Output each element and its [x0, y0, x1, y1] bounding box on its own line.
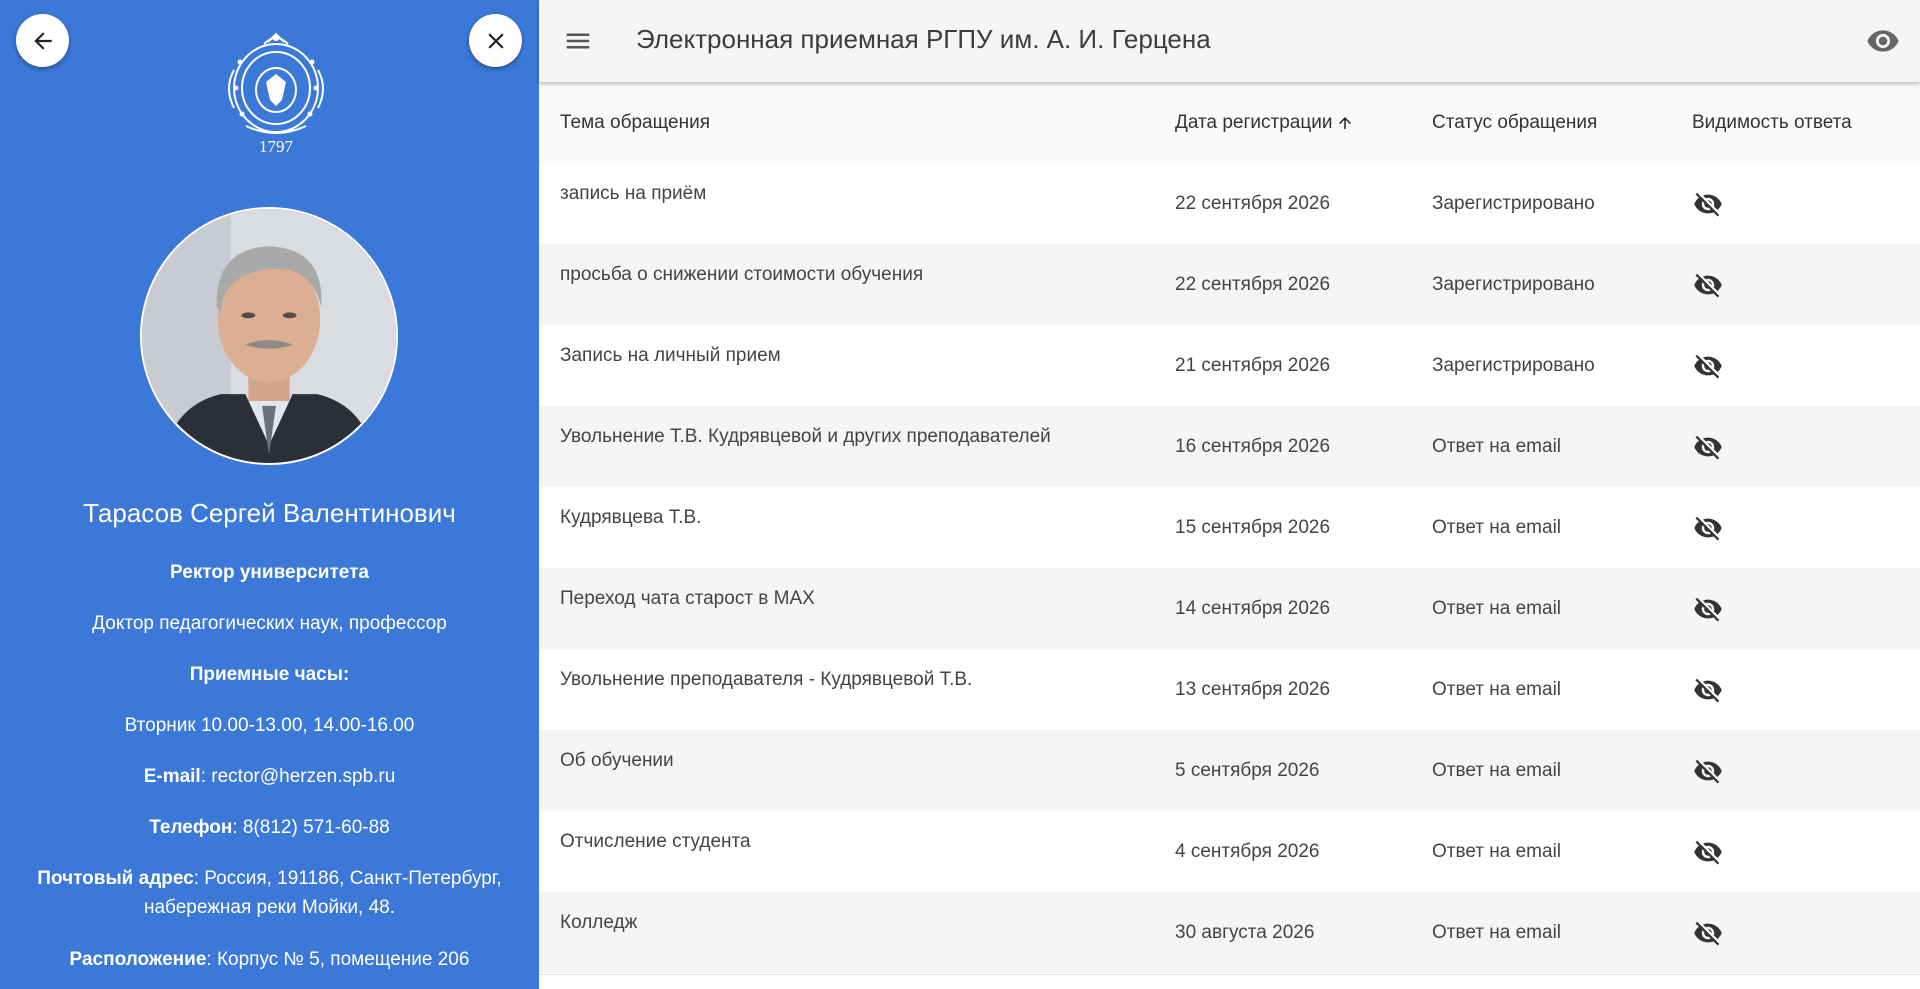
row-status: Ответ на email: [1432, 922, 1562, 943]
person-name: Тарасов Сергей Валентинович: [83, 498, 456, 528]
location-value: : Корпус № 5, помещение 206: [206, 949, 470, 970]
eye-off-icon[interactable]: [1692, 756, 1724, 786]
row-date: 15 сентября 2026: [1175, 517, 1331, 538]
location-line: Расположение: Корпус № 5, помещение 206: [69, 949, 470, 970]
eye-off-icon[interactable]: [1692, 918, 1724, 948]
table-row[interactable]: Об обучении 5 сентября 2026 Ответ на ema…: [539, 730, 1920, 811]
rector-photo: [140, 207, 398, 465]
row-date: 22 сентября 2026: [1175, 193, 1331, 214]
table-row[interactable]: Увольнение Т.В. Кудрявцевой и других пре…: [539, 406, 1920, 487]
eye-off-icon[interactable]: [1692, 594, 1724, 624]
row-topic: Кудрявцева Т.В.: [560, 507, 702, 528]
table-divider: [539, 974, 1920, 975]
phone-line: Телефон: 8(812) 571-60-88: [149, 817, 390, 838]
row-topic: Отчисление студента: [560, 831, 751, 852]
row-date: 16 сентября 2026: [1175, 436, 1331, 457]
profile-panel: 1797 Тарасов Сергей Валентинович Ректор …: [0, 0, 539, 989]
table-row[interactable]: Увольнение преподавателя - Кудрявцевой Т…: [539, 649, 1920, 730]
address-line: Почтовый адрес: Россия, 191186, Санкт-Пе…: [37, 868, 502, 918]
row-status: Ответ на email: [1432, 517, 1562, 538]
eye-off-icon[interactable]: [1692, 189, 1724, 219]
row-date: 22 сентября 2026: [1175, 274, 1331, 295]
phone-value: : 8(812) 571-60-88: [232, 817, 390, 838]
row-status: Зарегистрировано: [1432, 355, 1595, 376]
hours-label: Приемные часы:: [189, 664, 350, 685]
row-topic: Об обучении: [560, 750, 674, 771]
row-date: 4 сентября 2026: [1175, 841, 1320, 862]
table-header: Тема обращения Дата регистрации Статус о…: [539, 82, 1920, 163]
row-date: 21 сентября 2026: [1175, 355, 1331, 376]
column-header-visibility[interactable]: Видимость ответа: [1692, 112, 1852, 134]
table-row[interactable]: просьба о снижении стоимости обучения 22…: [539, 244, 1920, 325]
eye-off-icon[interactable]: [1692, 270, 1724, 300]
row-status: Ответ на email: [1432, 841, 1562, 862]
table-row[interactable]: Переход чата старост в МАХ 14 сентября 2…: [539, 568, 1920, 649]
row-status: Зарегистрировано: [1432, 274, 1595, 295]
page-title: Электронная приемная РГПУ им. А. И. Герц…: [636, 24, 1211, 54]
table-row[interactable]: Запись на личный прием 21 сентября 2026 …: [539, 325, 1920, 406]
back-button[interactable]: [16, 14, 69, 67]
table-row[interactable]: Кудрявцева Т.В. 15 сентября 2026 Ответ н…: [539, 487, 1920, 568]
row-topic: просьба о снижении стоимости обучения: [560, 264, 924, 285]
menu-icon[interactable]: [563, 26, 593, 56]
arrow-left-icon: [33, 31, 52, 50]
person-degree: Доктор педагогических наук, профессор: [92, 613, 447, 634]
eye-off-icon[interactable]: [1692, 837, 1724, 867]
row-status: Ответ на email: [1432, 598, 1562, 619]
row-topic: Увольнение Т.В. Кудрявцевой и других пре…: [560, 426, 1051, 447]
top-app-bar: Электронная приемная РГПУ им. А. И. Герц…: [539, 0, 1920, 82]
email-line: E-mail: rector@herzen.spb.ru: [143, 766, 396, 787]
row-status: Ответ на email: [1432, 679, 1562, 700]
row-date: 14 сентября 2026: [1175, 598, 1331, 619]
row-topic: Переход чата старост в МАХ: [560, 588, 815, 609]
table-row[interactable]: запись на приём 22 сентября 2026 Зарегис…: [539, 163, 1920, 244]
logo-year: 1797: [259, 137, 293, 156]
email-value: : rector@herzen.spb.ru: [200, 766, 396, 787]
eye-off-icon[interactable]: [1692, 513, 1724, 543]
arrow-up-icon: [1339, 116, 1352, 129]
row-date: 5 сентября 2026: [1175, 760, 1320, 781]
close-button[interactable]: [469, 14, 522, 67]
row-topic: Колледж: [560, 912, 638, 933]
portrait-image: [142, 209, 396, 463]
row-date: 30 августа 2026: [1175, 922, 1315, 943]
university-emblem-icon: [228, 32, 324, 134]
column-header-topic[interactable]: Тема обращения: [560, 112, 710, 134]
row-status: Ответ на email: [1432, 436, 1562, 457]
eye-off-icon[interactable]: [1692, 351, 1724, 381]
row-topic: Запись на личный прием: [560, 345, 781, 366]
eye-icon[interactable]: [1866, 24, 1900, 58]
eye-off-icon[interactable]: [1692, 432, 1724, 462]
row-status: Зарегистрировано: [1432, 193, 1595, 214]
close-icon: [487, 32, 504, 49]
hours-value: Вторник 10.00-13.00, 14.00-16.00: [124, 715, 415, 736]
table-row[interactable]: Отчисление студента 4 сентября 2026 Отве…: [539, 811, 1920, 892]
column-header-date[interactable]: Дата регистрации: [1175, 112, 1354, 134]
university-logo: 1797: [216, 30, 336, 164]
appeals-table: Тема обращения Дата регистрации Статус о…: [539, 82, 1920, 974]
table-row[interactable]: Колледж 30 августа 2026 Ответ на email: [539, 892, 1920, 973]
row-topic: запись на приём: [560, 183, 707, 204]
eye-off-icon[interactable]: [1692, 675, 1724, 705]
person-position: Ректор университета: [170, 562, 369, 583]
row-topic: Увольнение преподавателя - Кудрявцевой Т…: [560, 669, 973, 690]
column-header-status[interactable]: Статус обращения: [1432, 112, 1597, 134]
row-status: Ответ на email: [1432, 760, 1562, 781]
row-date: 13 сентября 2026: [1175, 679, 1331, 700]
address-value: : Россия, 191186, Санкт-Петербург, набер…: [143, 868, 502, 918]
